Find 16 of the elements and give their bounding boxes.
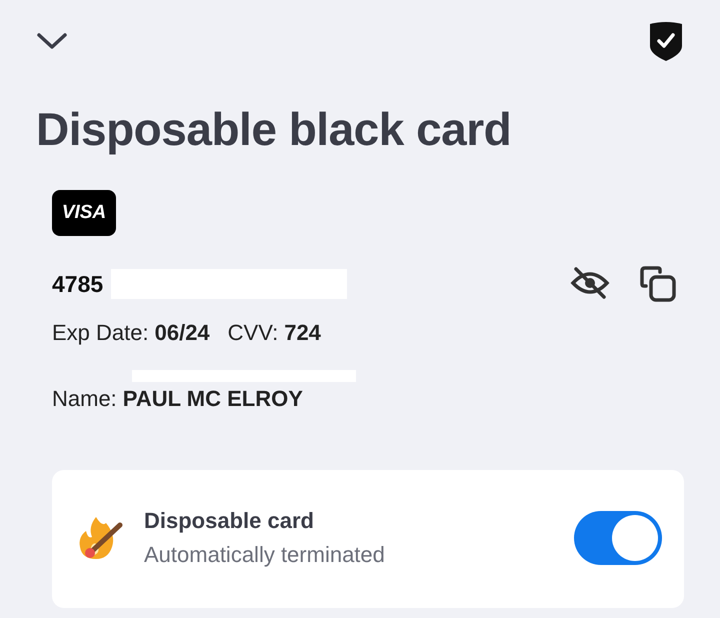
cardholder-name: PAUL MC ELROY [122, 386, 303, 412]
card-number: 4785 [52, 270, 104, 298]
eye-off-icon[interactable] [570, 266, 610, 302]
chevron-down-icon[interactable] [36, 31, 68, 51]
setting-subtitle: Automatically terminated [144, 542, 386, 568]
exp-date-label: Exp Date: [52, 320, 149, 346]
page-title: Disposable black card [36, 102, 512, 156]
copy-icon[interactable] [640, 266, 676, 302]
shield-check-icon [648, 20, 684, 62]
toggle-switch[interactable] [574, 511, 662, 565]
cvv-label: CVV: [228, 320, 278, 346]
setting-title: Disposable card [144, 508, 315, 534]
visa-logo: VISA [52, 190, 116, 236]
name-label: Name: [52, 386, 117, 412]
exp-date-value: 06/24 [154, 320, 210, 346]
cvv-value: 724 [284, 320, 321, 346]
